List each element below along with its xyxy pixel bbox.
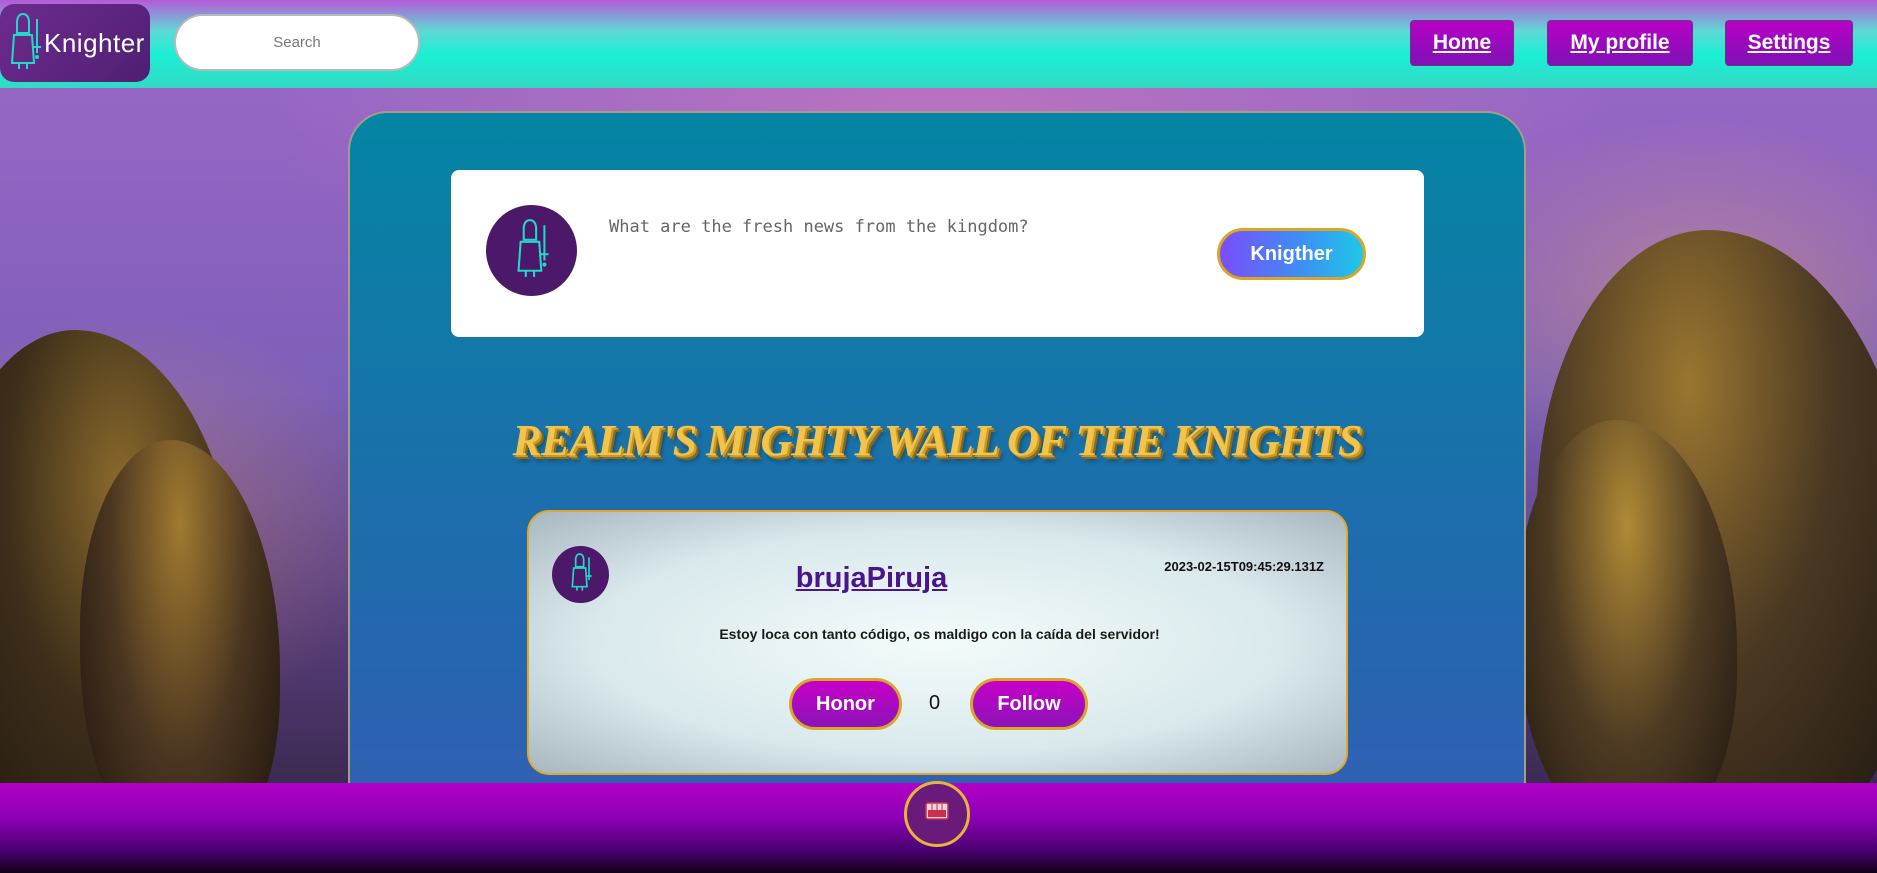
nav-settings-button[interactable]: Settings (1725, 20, 1853, 66)
background-tree (0, 330, 240, 850)
knight-icon (510, 217, 554, 284)
nav-profile-button[interactable]: My profile (1547, 20, 1693, 66)
background-tree (1537, 230, 1877, 850)
knight-icon (8, 11, 42, 76)
app-logo[interactable]: Knighter (0, 4, 150, 82)
background-tree (1517, 420, 1737, 840)
post-card: brujaPiruja 2023-02-15T09:45:29.131Z Est… (527, 510, 1348, 775)
compose-input[interactable] (609, 212, 1169, 242)
compose-box: Knigther (451, 170, 1424, 337)
compose-avatar (486, 205, 577, 296)
post-text: Estoy loca con tanto código, os maldigo … (719, 626, 1160, 642)
crest-icon (924, 801, 950, 828)
nav-home-button[interactable]: Home (1410, 20, 1514, 66)
top-header: Knighter Home My profile Settings (0, 0, 1877, 88)
follow-button[interactable]: Follow (970, 678, 1088, 730)
honor-count: 0 (929, 692, 941, 714)
knigther-submit-button[interactable]: Knigther (1217, 228, 1366, 280)
honor-button[interactable]: Honor (789, 678, 902, 730)
post-username-link[interactable]: brujaPiruja (796, 562, 948, 594)
wall-title: REALM'S MIGHTY WALL OF THE KNIGHTS (512, 416, 1362, 465)
logo-text: Knighter (44, 27, 145, 58)
search-input[interactable] (174, 14, 420, 71)
footer-badge[interactable] (904, 781, 970, 847)
post-timestamp: 2023-02-15T09:45:29.131Z (1164, 559, 1324, 574)
